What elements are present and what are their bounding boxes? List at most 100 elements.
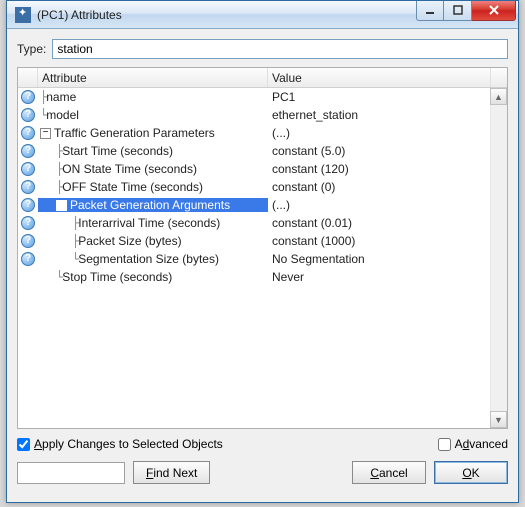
close-button[interactable]: [472, 1, 516, 21]
value-cell[interactable]: constant (5.0): [268, 144, 507, 158]
table-row[interactable]: └ Stop Time (seconds)Never: [18, 268, 507, 286]
help-icon[interactable]: ?: [21, 108, 35, 122]
table-row[interactable]: ?└ Segmentation Size (bytes)No Segmentat…: [18, 250, 507, 268]
value-cell[interactable]: ethernet_station: [268, 108, 507, 122]
attribute-label: Packet Size (bytes): [78, 234, 181, 248]
help-cell: ?: [18, 216, 38, 230]
attribute-label: ON State Time (seconds): [62, 162, 197, 176]
attribute-label: Interarrival Time (seconds): [78, 216, 220, 230]
value-cell[interactable]: Never: [268, 270, 507, 284]
attribute-label: Stop Time (seconds): [62, 270, 172, 284]
help-cell: ?: [18, 252, 38, 266]
window-title: (PC1) Attributes: [37, 8, 416, 22]
collapse-icon[interactable]: −: [40, 128, 51, 139]
help-icon[interactable]: ?: [21, 144, 35, 158]
advanced-checkbox[interactable]: Advanced: [438, 437, 508, 451]
attributes-dialog: (PC1) Attributes Type: Attribute Value: [6, 0, 519, 503]
attribute-label: OFF State Time (seconds): [62, 180, 203, 194]
attribute-cell[interactable]: └ model: [38, 108, 268, 122]
attribute-cell[interactable]: ├ name: [38, 90, 268, 104]
window-controls: [416, 1, 516, 21]
value-cell[interactable]: No Segmentation: [268, 252, 507, 266]
collapse-icon[interactable]: −: [56, 200, 67, 211]
scrollbar[interactable]: ▲ ▼: [490, 88, 507, 428]
close-icon: [488, 4, 500, 16]
col-scroll-header: [490, 68, 507, 87]
col-value-header[interactable]: Value: [268, 68, 490, 87]
client-area: Type: Attribute Value ?├ namePC1?└ model…: [7, 29, 518, 492]
apply-checkbox-input[interactable]: [17, 438, 30, 451]
action-row: Find Next Cancel OK: [17, 461, 508, 484]
attribute-cell[interactable]: ├ Packet Size (bytes): [38, 234, 268, 248]
help-cell: ?: [18, 126, 38, 140]
help-cell: ?: [18, 90, 38, 104]
help-icon[interactable]: ?: [21, 90, 35, 104]
table-row[interactable]: ?├ Interarrival Time (seconds)constant (…: [18, 214, 507, 232]
value-cell[interactable]: constant (0): [268, 180, 507, 194]
attribute-cell[interactable]: ├ OFF State Time (seconds): [38, 180, 268, 194]
advanced-checkbox-input[interactable]: [438, 438, 451, 451]
table-row[interactable]: ?├ namePC1: [18, 88, 507, 106]
attribute-cell[interactable]: └ Stop Time (seconds): [38, 270, 268, 284]
apply-changes-checkbox[interactable]: AApply Changes to Selected Objectspply C…: [17, 437, 223, 451]
attribute-label: Packet Generation Arguments: [70, 198, 230, 212]
attribute-label: model: [46, 108, 79, 122]
find-next-button[interactable]: Find Next: [133, 461, 210, 484]
maximize-button[interactable]: [444, 1, 472, 21]
attribute-label: name: [46, 90, 76, 104]
value-cell[interactable]: PC1: [268, 90, 507, 104]
attribute-cell[interactable]: −Traffic Generation Parameters: [38, 126, 268, 140]
help-icon[interactable]: ?: [21, 234, 35, 248]
scroll-down-button[interactable]: ▼: [490, 411, 507, 428]
table-row[interactable]: ?└ modelethernet_station: [18, 106, 507, 124]
value-cell[interactable]: constant (1000): [268, 234, 507, 248]
table-row[interactable]: ?├ Packet Size (bytes)constant (1000): [18, 232, 507, 250]
col-icon-header: [18, 68, 38, 87]
grid-body: ?├ namePC1?└ modelethernet_station?−Traf…: [18, 88, 507, 428]
value-cell[interactable]: (...): [268, 126, 507, 140]
find-input[interactable]: [17, 462, 125, 484]
table-row[interactable]: ?├ OFF State Time (seconds)constant (0): [18, 178, 507, 196]
table-row[interactable]: ?├ Start Time (seconds)constant (5.0): [18, 142, 507, 160]
help-cell: ?: [18, 144, 38, 158]
attribute-cell[interactable]: ├ ON State Time (seconds): [38, 162, 268, 176]
type-label: Type:: [17, 42, 46, 56]
attribute-label: Traffic Generation Parameters: [54, 126, 215, 140]
value-cell[interactable]: constant (0.01): [268, 216, 507, 230]
table-row[interactable]: ?−Packet Generation Arguments(...): [18, 196, 507, 214]
help-cell: ?: [18, 162, 38, 176]
help-icon[interactable]: ?: [21, 126, 35, 140]
attributes-grid: Attribute Value ?├ namePC1?└ modelethern…: [17, 67, 508, 429]
app-icon: [15, 7, 31, 23]
help-icon[interactable]: ?: [21, 162, 35, 176]
attribute-cell[interactable]: −Packet Generation Arguments: [38, 198, 268, 212]
help-icon[interactable]: ?: [21, 198, 35, 212]
titlebar[interactable]: (PC1) Attributes: [7, 1, 518, 29]
grid-header: Attribute Value: [18, 68, 507, 88]
scroll-up-button[interactable]: ▲: [490, 88, 507, 105]
attribute-label: Start Time (seconds): [62, 144, 173, 158]
minimize-button[interactable]: [416, 1, 444, 21]
help-cell: ?: [18, 234, 38, 248]
cancel-button[interactable]: Cancel: [352, 461, 426, 484]
value-cell[interactable]: (...): [268, 198, 507, 212]
maximize-icon: [453, 5, 463, 15]
attribute-label: Segmentation Size (bytes): [78, 252, 219, 266]
help-icon[interactable]: ?: [21, 216, 35, 230]
apply-checkbox-label: AApply Changes to Selected Objectspply C…: [34, 437, 223, 451]
table-row[interactable]: ?−Traffic Generation Parameters(...): [18, 124, 507, 142]
type-row: Type:: [17, 39, 508, 59]
table-row[interactable]: ?├ ON State Time (seconds)constant (120): [18, 160, 507, 178]
value-cell[interactable]: constant (120): [268, 162, 507, 176]
attribute-cell[interactable]: ├ Start Time (seconds): [38, 144, 268, 158]
attribute-cell[interactable]: └ Segmentation Size (bytes): [38, 252, 268, 266]
type-input[interactable]: [52, 39, 508, 59]
help-icon[interactable]: ?: [21, 180, 35, 194]
advanced-checkbox-label: Advanced: [455, 437, 508, 451]
attribute-cell[interactable]: ├ Interarrival Time (seconds): [38, 216, 268, 230]
help-icon[interactable]: ?: [21, 252, 35, 266]
ok-button[interactable]: OK: [434, 461, 508, 484]
minimize-icon: [425, 5, 435, 15]
checks-row: AApply Changes to Selected Objectspply C…: [17, 437, 508, 451]
col-attribute-header[interactable]: Attribute: [38, 68, 268, 87]
